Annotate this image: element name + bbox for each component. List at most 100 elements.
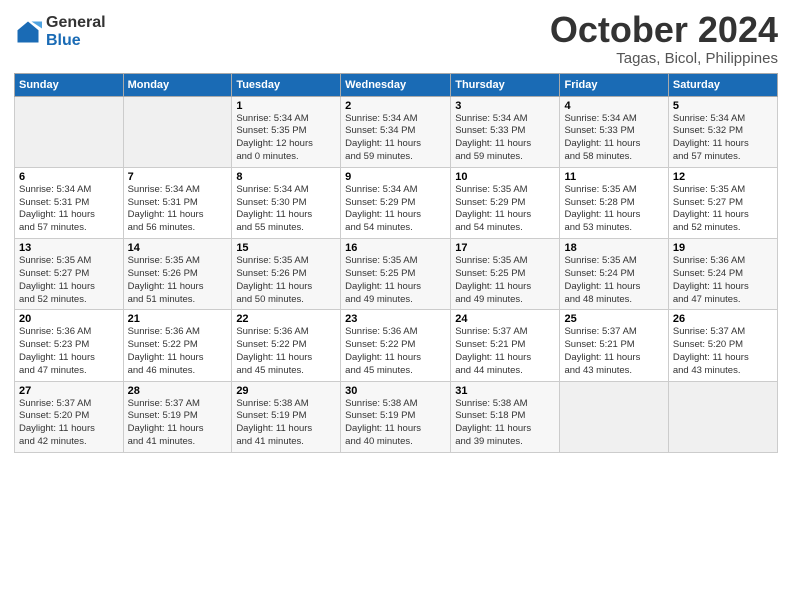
day-number: 31: [455, 385, 555, 397]
calendar-table: Sunday Monday Tuesday Wednesday Thursday…: [14, 73, 778, 453]
day-detail: Sunrise: 5:38 AM Sunset: 5:18 PM Dayligh…: [455, 398, 555, 449]
day-number: 13: [19, 242, 119, 254]
calendar-row-1: 6Sunrise: 5:34 AM Sunset: 5:31 PM Daylig…: [15, 167, 778, 238]
day-number: 20: [19, 313, 119, 325]
day-number: 8: [236, 171, 336, 183]
day-detail: Sunrise: 5:35 AM Sunset: 5:27 PM Dayligh…: [673, 184, 773, 235]
calendar-cell: 15Sunrise: 5:35 AM Sunset: 5:26 PM Dayli…: [232, 239, 341, 310]
day-number: 15: [236, 242, 336, 254]
day-number: 18: [564, 242, 663, 254]
day-detail: Sunrise: 5:37 AM Sunset: 5:20 PM Dayligh…: [673, 326, 773, 377]
calendar-cell: 6Sunrise: 5:34 AM Sunset: 5:31 PM Daylig…: [15, 167, 124, 238]
col-monday: Monday: [123, 73, 232, 96]
calendar-cell: [123, 96, 232, 167]
day-detail: Sunrise: 5:34 AM Sunset: 5:32 PM Dayligh…: [673, 113, 773, 164]
calendar-cell: 11Sunrise: 5:35 AM Sunset: 5:28 PM Dayli…: [560, 167, 668, 238]
day-detail: Sunrise: 5:37 AM Sunset: 5:21 PM Dayligh…: [455, 326, 555, 377]
calendar-cell: 12Sunrise: 5:35 AM Sunset: 5:27 PM Dayli…: [668, 167, 777, 238]
calendar-cell: 28Sunrise: 5:37 AM Sunset: 5:19 PM Dayli…: [123, 381, 232, 452]
calendar-cell: 20Sunrise: 5:36 AM Sunset: 5:23 PM Dayli…: [15, 310, 124, 381]
day-detail: Sunrise: 5:36 AM Sunset: 5:22 PM Dayligh…: [128, 326, 228, 377]
day-detail: Sunrise: 5:36 AM Sunset: 5:24 PM Dayligh…: [673, 255, 773, 306]
day-detail: Sunrise: 5:37 AM Sunset: 5:19 PM Dayligh…: [128, 398, 228, 449]
day-detail: Sunrise: 5:35 AM Sunset: 5:25 PM Dayligh…: [455, 255, 555, 306]
day-detail: Sunrise: 5:36 AM Sunset: 5:22 PM Dayligh…: [236, 326, 336, 377]
day-detail: Sunrise: 5:38 AM Sunset: 5:19 PM Dayligh…: [345, 398, 446, 449]
calendar-cell: 25Sunrise: 5:37 AM Sunset: 5:21 PM Dayli…: [560, 310, 668, 381]
calendar-cell: 23Sunrise: 5:36 AM Sunset: 5:22 PM Dayli…: [341, 310, 451, 381]
day-detail: Sunrise: 5:34 AM Sunset: 5:33 PM Dayligh…: [564, 113, 663, 164]
calendar-cell: 22Sunrise: 5:36 AM Sunset: 5:22 PM Dayli…: [232, 310, 341, 381]
calendar-cell: 27Sunrise: 5:37 AM Sunset: 5:20 PM Dayli…: [15, 381, 124, 452]
calendar-cell: 3Sunrise: 5:34 AM Sunset: 5:33 PM Daylig…: [451, 96, 560, 167]
col-friday: Friday: [560, 73, 668, 96]
day-detail: Sunrise: 5:35 AM Sunset: 5:25 PM Dayligh…: [345, 255, 446, 306]
day-detail: Sunrise: 5:38 AM Sunset: 5:19 PM Dayligh…: [236, 398, 336, 449]
calendar-row-4: 27Sunrise: 5:37 AM Sunset: 5:20 PM Dayli…: [15, 381, 778, 452]
day-number: 9: [345, 171, 446, 183]
calendar-cell: 10Sunrise: 5:35 AM Sunset: 5:29 PM Dayli…: [451, 167, 560, 238]
calendar-cell: 19Sunrise: 5:36 AM Sunset: 5:24 PM Dayli…: [668, 239, 777, 310]
day-detail: Sunrise: 5:37 AM Sunset: 5:21 PM Dayligh…: [564, 326, 663, 377]
day-detail: Sunrise: 5:37 AM Sunset: 5:20 PM Dayligh…: [19, 398, 119, 449]
col-sunday: Sunday: [15, 73, 124, 96]
calendar-row-0: 1Sunrise: 5:34 AM Sunset: 5:35 PM Daylig…: [15, 96, 778, 167]
day-number: 5: [673, 100, 773, 112]
month-title: October 2024: [550, 10, 778, 50]
calendar-row-3: 20Sunrise: 5:36 AM Sunset: 5:23 PM Dayli…: [15, 310, 778, 381]
calendar-cell: 31Sunrise: 5:38 AM Sunset: 5:18 PM Dayli…: [451, 381, 560, 452]
header-row: Sunday Monday Tuesday Wednesday Thursday…: [15, 73, 778, 96]
day-number: 1: [236, 100, 336, 112]
day-detail: Sunrise: 5:36 AM Sunset: 5:23 PM Dayligh…: [19, 326, 119, 377]
location-title: Tagas, Bicol, Philippines: [550, 50, 778, 67]
day-number: 24: [455, 313, 555, 325]
day-number: 12: [673, 171, 773, 183]
col-thursday: Thursday: [451, 73, 560, 96]
day-number: 4: [564, 100, 663, 112]
calendar-cell: 24Sunrise: 5:37 AM Sunset: 5:21 PM Dayli…: [451, 310, 560, 381]
day-number: 2: [345, 100, 446, 112]
day-detail: Sunrise: 5:34 AM Sunset: 5:31 PM Dayligh…: [128, 184, 228, 235]
calendar-cell: 30Sunrise: 5:38 AM Sunset: 5:19 PM Dayli…: [341, 381, 451, 452]
logo-general: General: [46, 14, 106, 32]
day-detail: Sunrise: 5:35 AM Sunset: 5:28 PM Dayligh…: [564, 184, 663, 235]
day-detail: Sunrise: 5:34 AM Sunset: 5:31 PM Dayligh…: [19, 184, 119, 235]
day-detail: Sunrise: 5:36 AM Sunset: 5:22 PM Dayligh…: [345, 326, 446, 377]
day-number: 27: [19, 385, 119, 397]
calendar-cell: [15, 96, 124, 167]
calendar-cell: [668, 381, 777, 452]
logo-blue: Blue: [46, 32, 106, 50]
day-number: 17: [455, 242, 555, 254]
calendar-cell: 4Sunrise: 5:34 AM Sunset: 5:33 PM Daylig…: [560, 96, 668, 167]
calendar-cell: 21Sunrise: 5:36 AM Sunset: 5:22 PM Dayli…: [123, 310, 232, 381]
day-number: 30: [345, 385, 446, 397]
calendar-cell: [560, 381, 668, 452]
calendar-cell: 14Sunrise: 5:35 AM Sunset: 5:26 PM Dayli…: [123, 239, 232, 310]
logo-icon: [14, 18, 42, 46]
col-wednesday: Wednesday: [341, 73, 451, 96]
day-number: 28: [128, 385, 228, 397]
title-area: October 2024 Tagas, Bicol, Philippines: [550, 10, 778, 67]
day-detail: Sunrise: 5:35 AM Sunset: 5:29 PM Dayligh…: [455, 184, 555, 235]
calendar-cell: 8Sunrise: 5:34 AM Sunset: 5:30 PM Daylig…: [232, 167, 341, 238]
day-detail: Sunrise: 5:35 AM Sunset: 5:24 PM Dayligh…: [564, 255, 663, 306]
calendar-cell: 26Sunrise: 5:37 AM Sunset: 5:20 PM Dayli…: [668, 310, 777, 381]
col-saturday: Saturday: [668, 73, 777, 96]
day-detail: Sunrise: 5:35 AM Sunset: 5:27 PM Dayligh…: [19, 255, 119, 306]
day-number: 6: [19, 171, 119, 183]
logo: General Blue: [14, 14, 106, 49]
day-number: 19: [673, 242, 773, 254]
calendar-cell: 17Sunrise: 5:35 AM Sunset: 5:25 PM Dayli…: [451, 239, 560, 310]
day-number: 3: [455, 100, 555, 112]
day-number: 16: [345, 242, 446, 254]
page: General Blue October 2024 Tagas, Bicol, …: [0, 0, 792, 612]
calendar-cell: 1Sunrise: 5:34 AM Sunset: 5:35 PM Daylig…: [232, 96, 341, 167]
calendar-cell: 13Sunrise: 5:35 AM Sunset: 5:27 PM Dayli…: [15, 239, 124, 310]
day-detail: Sunrise: 5:35 AM Sunset: 5:26 PM Dayligh…: [128, 255, 228, 306]
calendar-row-2: 13Sunrise: 5:35 AM Sunset: 5:27 PM Dayli…: [15, 239, 778, 310]
day-number: 25: [564, 313, 663, 325]
col-tuesday: Tuesday: [232, 73, 341, 96]
calendar-cell: 18Sunrise: 5:35 AM Sunset: 5:24 PM Dayli…: [560, 239, 668, 310]
day-detail: Sunrise: 5:35 AM Sunset: 5:26 PM Dayligh…: [236, 255, 336, 306]
day-number: 7: [128, 171, 228, 183]
